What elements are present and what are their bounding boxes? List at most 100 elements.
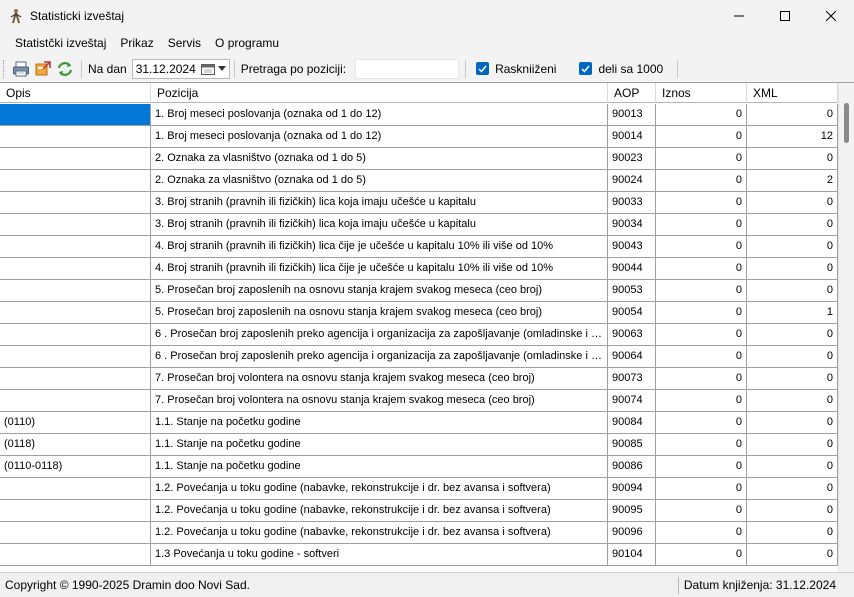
deli-sa-1000-checkbox[interactable]: deli sa 1000 bbox=[579, 62, 663, 76]
cell-aop[interactable]: 90064 bbox=[608, 346, 656, 368]
cell-xml[interactable]: 12 bbox=[747, 126, 838, 148]
cell-pozicija[interactable]: 4. Broj stranih (pravnih ili fizičkih) l… bbox=[151, 258, 608, 280]
cell-aop[interactable]: 90073 bbox=[608, 368, 656, 390]
cell-aop[interactable]: 90044 bbox=[608, 258, 656, 280]
cell-xml[interactable]: 0 bbox=[747, 258, 838, 280]
cell-iznos[interactable]: 0 bbox=[656, 302, 747, 324]
table-row[interactable]: 3. Broj stranih (pravnih ili fizičkih) l… bbox=[0, 214, 838, 236]
cell-aop[interactable]: 90096 bbox=[608, 522, 656, 544]
maximize-button[interactable] bbox=[762, 0, 808, 31]
search-input[interactable] bbox=[355, 58, 460, 79]
raskniizeni-checkbox[interactable]: Raskniiženi bbox=[476, 62, 556, 76]
cell-opis[interactable] bbox=[0, 126, 151, 148]
cell-pozicija[interactable]: 1.1. Stanje na početku godine bbox=[151, 434, 608, 456]
cell-aop[interactable]: 90074 bbox=[608, 390, 656, 412]
table-row[interactable]: 4. Broj stranih (pravnih ili fizičkih) l… bbox=[0, 258, 838, 280]
column-header-aop[interactable]: AOP bbox=[608, 83, 656, 103]
cell-pozicija[interactable]: 6 . Prosečan broj zaposlenih preko agenc… bbox=[151, 346, 608, 368]
export-icon[interactable] bbox=[33, 59, 53, 79]
column-header-xml[interactable]: XML bbox=[747, 83, 838, 103]
cell-pozicija[interactable]: 5. Prosečan broj zaposlenih na osnovu st… bbox=[151, 302, 608, 324]
printer-icon[interactable] bbox=[11, 59, 31, 79]
cell-xml[interactable]: 0 bbox=[747, 412, 838, 434]
cell-aop[interactable]: 90095 bbox=[608, 500, 656, 522]
cell-iznos[interactable]: 0 bbox=[656, 346, 747, 368]
cell-iznos[interactable]: 0 bbox=[656, 280, 747, 302]
cell-xml[interactable]: 0 bbox=[747, 544, 838, 566]
cell-opis[interactable]: (0118) bbox=[0, 434, 151, 456]
table-row[interactable]: 3. Broj stranih (pravnih ili fizičkih) l… bbox=[0, 192, 838, 214]
cell-iznos[interactable]: 0 bbox=[656, 324, 747, 346]
cell-iznos[interactable]: 0 bbox=[656, 126, 747, 148]
cell-iznos[interactable]: 0 bbox=[656, 434, 747, 456]
table-row[interactable]: 7. Prosečan broj volontera na osnovu sta… bbox=[0, 368, 838, 390]
cell-iznos[interactable]: 0 bbox=[656, 236, 747, 258]
cell-xml[interactable]: 1 bbox=[747, 302, 838, 324]
table-row[interactable]: 1.3 Povećanja u toku godine - softveri 90… bbox=[0, 544, 838, 566]
menu-o-programu[interactable]: O programu bbox=[208, 31, 286, 55]
cell-iznos[interactable]: 0 bbox=[656, 368, 747, 390]
cell-aop[interactable]: 90104 bbox=[608, 544, 656, 566]
cell-aop[interactable]: 90053 bbox=[608, 280, 656, 302]
cell-iznos[interactable]: 0 bbox=[656, 104, 747, 126]
cell-pozicija[interactable]: 1. Broj meseci poslovanja (oznaka od 1 d… bbox=[151, 104, 608, 126]
column-header-iznos[interactable]: Iznos bbox=[656, 83, 747, 103]
cell-pozicija[interactable]: 1.1. Stanje na početku godine bbox=[151, 456, 608, 478]
cell-xml[interactable]: 0 bbox=[747, 500, 838, 522]
table-row[interactable]: 2. Oznaka za vlasništvo (oznaka od 1 do … bbox=[0, 170, 838, 192]
table-row[interactable]: 1. Broj meseci poslovanja (oznaka od 1 d… bbox=[0, 104, 838, 126]
table-row[interactable]: 5. Prosečan broj zaposlenih na osnovu st… bbox=[0, 302, 838, 324]
scrollbar-thumb[interactable] bbox=[844, 103, 849, 143]
cell-pozicija[interactable]: 1.1. Stanje na početku godine bbox=[151, 412, 608, 434]
table-row[interactable]: 6 . Prosečan broj zaposlenih preko agenc… bbox=[0, 324, 838, 346]
chevron-down-icon[interactable] bbox=[217, 66, 227, 71]
cell-opis[interactable] bbox=[0, 324, 151, 346]
table-row[interactable]: 1. Broj meseci poslovanja (oznaka od 1 d… bbox=[0, 126, 838, 148]
cell-xml[interactable]: 0 bbox=[747, 280, 838, 302]
cell-xml[interactable]: 0 bbox=[747, 192, 838, 214]
cell-aop[interactable]: 90033 bbox=[608, 192, 656, 214]
cell-iznos[interactable]: 0 bbox=[656, 214, 747, 236]
cell-xml[interactable]: 2 bbox=[747, 170, 838, 192]
cell-iznos[interactable]: 0 bbox=[656, 148, 747, 170]
cell-opis[interactable]: (0110-0118) bbox=[0, 456, 151, 478]
cell-aop[interactable]: 90063 bbox=[608, 324, 656, 346]
cell-xml[interactable]: 0 bbox=[747, 148, 838, 170]
table-row[interactable]: 2. Oznaka za vlasništvo (oznaka od 1 do … bbox=[0, 148, 838, 170]
minimize-button[interactable] bbox=[716, 0, 762, 31]
cell-xml[interactable]: 0 bbox=[747, 456, 838, 478]
cell-opis[interactable]: (0110) bbox=[0, 412, 151, 434]
table-row[interactable]: 1.2. Povećanja u toku godine (nabavke, r… bbox=[0, 500, 838, 522]
cell-pozicija[interactable]: 1.2. Povećanja u toku godine (nabavke, r… bbox=[151, 522, 608, 544]
cell-xml[interactable]: 0 bbox=[747, 434, 838, 456]
table-row[interactable]: (0110-0118) 1.1. Stanje na početku godine… bbox=[0, 456, 838, 478]
cell-xml[interactable]: 0 bbox=[747, 346, 838, 368]
cell-iznos[interactable]: 0 bbox=[656, 390, 747, 412]
cell-opis[interactable] bbox=[0, 192, 151, 214]
cell-iznos[interactable]: 0 bbox=[656, 456, 747, 478]
menu-statisticki-izvestaj[interactable]: Statistčki izveštaj bbox=[8, 31, 113, 55]
cell-pozicija[interactable]: 1.2. Povećanja u toku godine (nabavke, r… bbox=[151, 500, 608, 522]
cell-xml[interactable]: 0 bbox=[747, 324, 838, 346]
cell-pozicija[interactable]: 5. Prosečan broj zaposlenih na osnovu st… bbox=[151, 280, 608, 302]
cell-iznos[interactable]: 0 bbox=[656, 478, 747, 500]
cell-opis[interactable] bbox=[0, 390, 151, 412]
cell-aop[interactable]: 90084 bbox=[608, 412, 656, 434]
column-header-pozicija[interactable]: Pozicija bbox=[151, 83, 608, 103]
cell-aop[interactable]: 90024 bbox=[608, 170, 656, 192]
cell-opis[interactable] bbox=[0, 302, 151, 324]
table-row[interactable]: 7. Prosečan broj volontera na osnovu sta… bbox=[0, 390, 838, 412]
cell-opis[interactable] bbox=[0, 280, 151, 302]
checkbox-checked-icon[interactable] bbox=[579, 62, 593, 75]
cell-aop[interactable]: 90014 bbox=[608, 126, 656, 148]
cell-pozicija[interactable]: 1. Broj meseci poslovanja (oznaka od 1 d… bbox=[151, 126, 608, 148]
cell-aop[interactable]: 90054 bbox=[608, 302, 656, 324]
data-grid[interactable]: Opis Pozicija AOP Iznos XML 1. Broj mese… bbox=[0, 82, 854, 572]
cell-pozicija[interactable]: 1.3 Povećanja u toku godine - softveri bbox=[151, 544, 608, 566]
cell-iznos[interactable]: 0 bbox=[656, 192, 747, 214]
cell-opis[interactable] bbox=[0, 214, 151, 236]
date-value[interactable]: 31.12.2024 bbox=[133, 62, 201, 76]
date-picker[interactable]: 31.12.2024 bbox=[131, 58, 230, 79]
cell-pozicija[interactable]: 2. Oznaka za vlasništvo (oznaka od 1 do … bbox=[151, 148, 608, 170]
cell-opis[interactable] bbox=[0, 104, 151, 126]
